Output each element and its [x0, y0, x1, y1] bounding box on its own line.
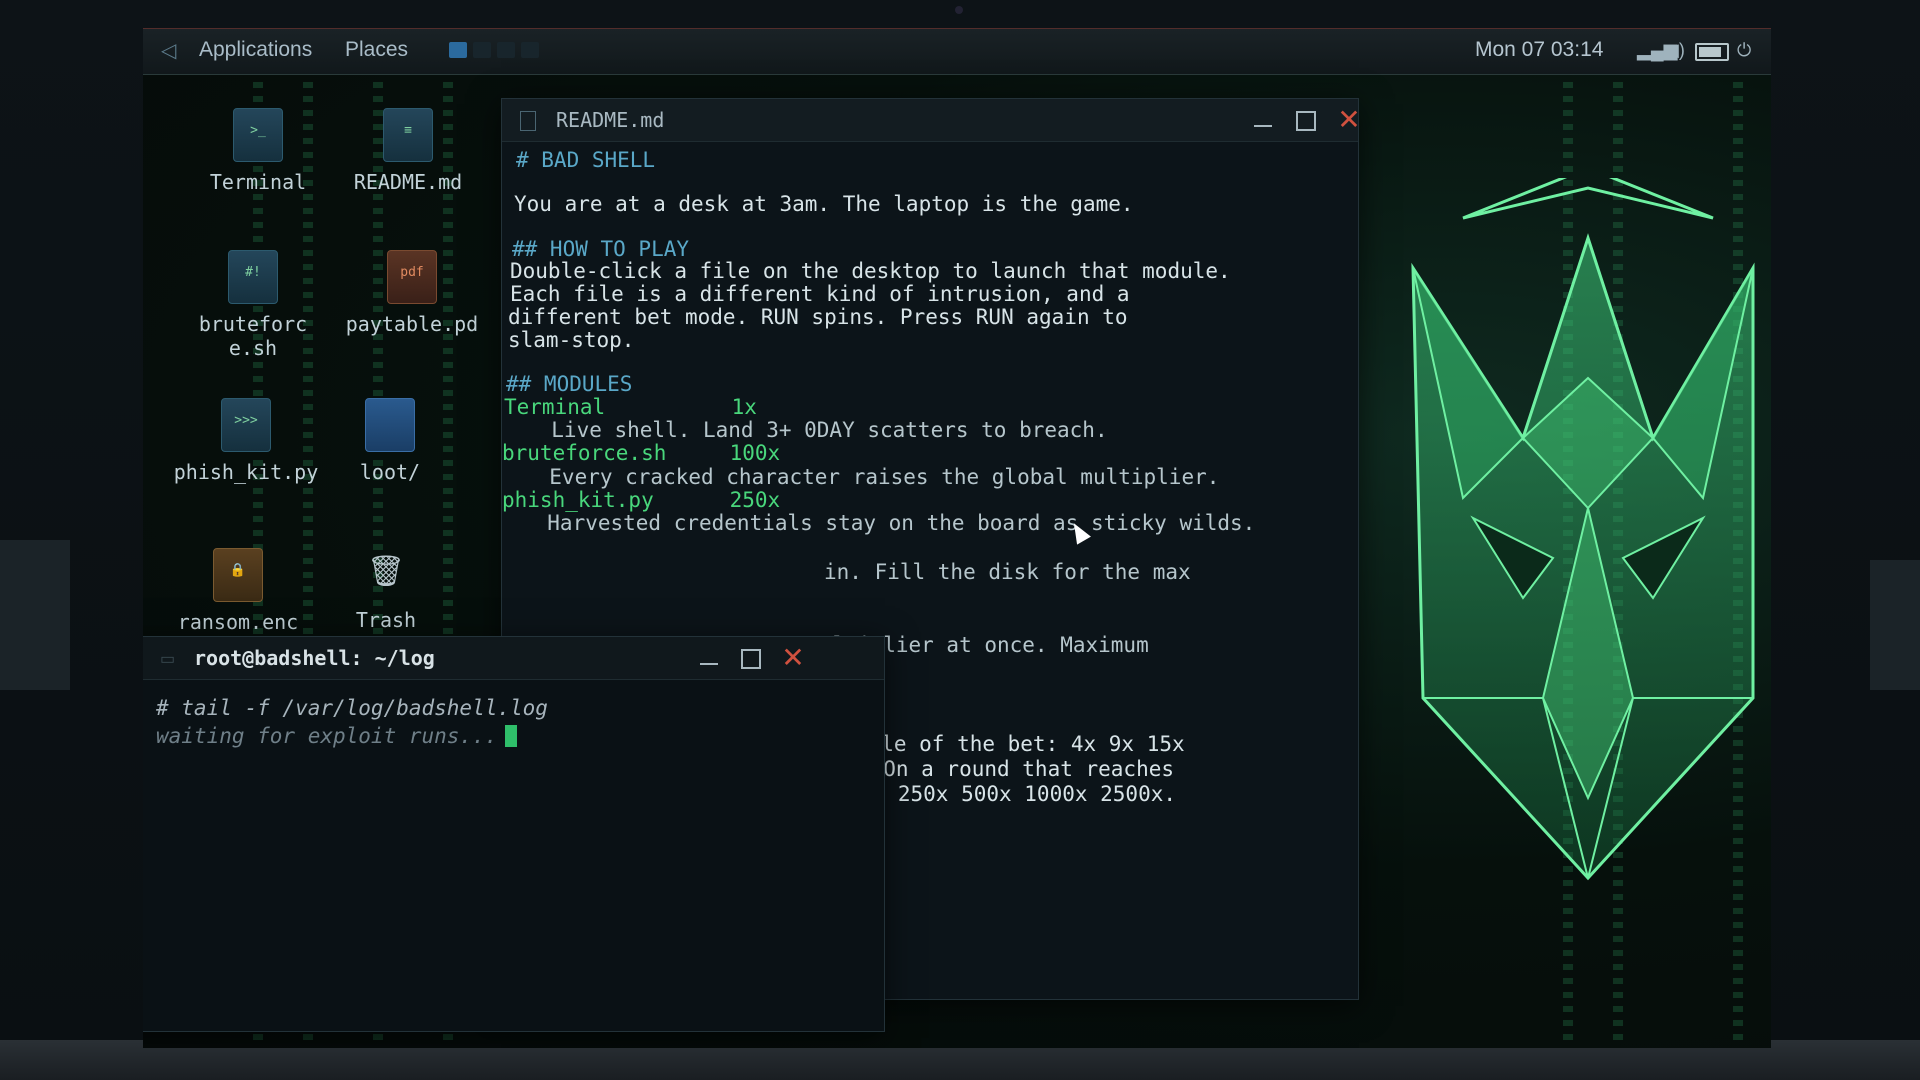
- top-panel: ◁ Applications Places Mon 07 03:14 ▂▄▆ ◀…: [143, 28, 1771, 75]
- desktop-icon-phish-kit[interactable]: >>> phish_kit.py: [161, 398, 331, 484]
- readme-line: Harvested credentials stay on the board …: [522, 511, 1256, 535]
- workspace-3[interactable]: [497, 42, 515, 58]
- bezel-edge-left: [0, 540, 70, 690]
- minimize-button[interactable]: [1248, 105, 1278, 135]
- maximize-button[interactable]: [736, 643, 766, 673]
- readme-line: # BAD SHELL: [516, 148, 656, 172]
- bezel-edge-right: [1870, 560, 1920, 690]
- trash-icon: 🗑: [366, 554, 406, 589]
- terminal-titlebar[interactable]: ▭ root@badshell: ~/log ✕: [143, 637, 884, 680]
- readme-line: Each file is a different kind of intrusi…: [510, 282, 1130, 306]
- screen: ◁ Applications Places Mon 07 03:14 ▂▄▆ ◀…: [143, 28, 1771, 1048]
- places-menu[interactable]: Places: [345, 38, 408, 62]
- readme-line: You are at a desk at 3am. The laptop is …: [514, 192, 1134, 216]
- power-icon[interactable]: ⏻: [1737, 40, 1751, 61]
- back-arrow-icon[interactable]: ◁: [161, 38, 176, 63]
- document-icon: ≡: [383, 108, 433, 162]
- terminal-icon: ▭: [160, 651, 176, 668]
- desktop-icon-readme[interactable]: ≡ README.md: [333, 108, 483, 194]
- close-button[interactable]: ✕: [778, 643, 808, 673]
- desktop-icon-trash[interactable]: 🗑 Trash: [331, 548, 441, 632]
- terminal-title: root@badshell: ~/log: [194, 646, 435, 670]
- readme-line: ## HOW TO PLAY: [512, 237, 690, 261]
- shell-script-icon: #!: [228, 250, 278, 304]
- pdf-icon: pdf: [387, 250, 437, 304]
- terminal-status-line: waiting for exploit runs...: [156, 724, 518, 748]
- maximize-button[interactable]: [1291, 105, 1321, 135]
- webcam: [955, 6, 963, 14]
- readme-line: Double-click a file on the desktop to la…: [510, 259, 1231, 283]
- encrypted-file-icon: 🔒: [213, 548, 263, 602]
- desktop-icon-bruteforce[interactable]: #! bruteforce.sh: [173, 250, 333, 360]
- workspace-1[interactable]: [449, 42, 467, 58]
- volume-icon[interactable]: ◀): [1665, 40, 1685, 61]
- terminal-icon: >_: [233, 108, 283, 162]
- desktop-icon-terminal[interactable]: >_ Terminal: [183, 108, 333, 194]
- readme-line: ## MODULES: [506, 372, 633, 396]
- readme-line: in. Fill the disk for the max: [824, 560, 1191, 584]
- folder-icon: [365, 398, 415, 452]
- readme-titlebar[interactable]: README.md ✕: [502, 99, 1361, 142]
- readme-line: Live shell. Land 3+ 0DAY scatters to bre…: [526, 418, 1108, 442]
- workspace-2[interactable]: [473, 42, 491, 58]
- desktop-icon-loot[interactable]: loot/: [335, 398, 445, 484]
- readme-line: Terminal 1x: [504, 395, 757, 419]
- battery-icon[interactable]: [1695, 43, 1729, 61]
- readme-line: phish_kit.py 250x: [502, 488, 781, 512]
- terminal-status: waiting for exploit runs...: [156, 724, 498, 748]
- readme-title: README.md: [556, 108, 665, 132]
- terminal-output[interactable]: # tail -f /var/log/badshell.log waiting …: [143, 680, 884, 1031]
- close-button[interactable]: ✕: [1334, 105, 1364, 135]
- minimize-button[interactable]: [694, 643, 724, 673]
- readme-line: slam-stop.: [508, 328, 635, 352]
- wolf-wallpaper: [1411, 178, 1755, 881]
- desktop-icon-paytable[interactable]: pdf paytable.pd: [337, 250, 487, 336]
- workspace-4[interactable]: [521, 42, 539, 58]
- document-icon: [520, 111, 536, 131]
- applications-menu[interactable]: Applications: [199, 38, 312, 62]
- terminal-window[interactable]: ▭ root@badshell: ~/log ✕ # tail -f /var/…: [143, 636, 885, 1032]
- terminal-command: # tail -f /var/log/badshell.log: [156, 696, 548, 720]
- clock[interactable]: Mon 07 03:14: [1475, 38, 1603, 62]
- python-file-icon: >>>: [221, 398, 271, 452]
- readme-line: different bet mode. RUN spins. Press RUN…: [508, 305, 1128, 329]
- text-cursor: [505, 725, 518, 747]
- readme-line: Every cracked character raises the globa…: [524, 465, 1220, 489]
- readme-line: bruteforce.sh 100x: [502, 441, 781, 465]
- desktop-icon-ransom[interactable]: 🔒 ransom.enc: [153, 548, 323, 634]
